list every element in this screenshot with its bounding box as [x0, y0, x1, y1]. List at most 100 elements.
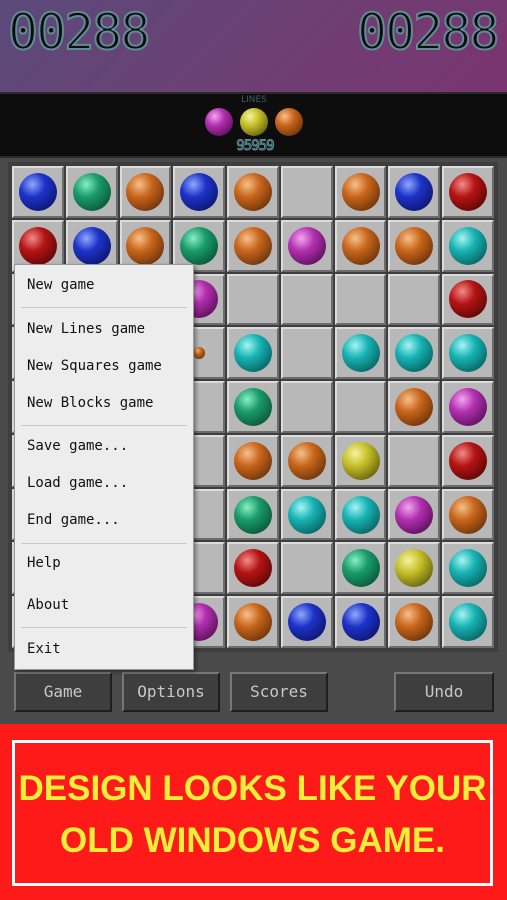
menu-item-help[interactable]: Help	[27, 555, 61, 571]
ball-blue[interactable]	[18, 172, 57, 211]
ball-orange[interactable]	[233, 226, 272, 265]
ball-red[interactable]	[233, 549, 272, 588]
ball-orange[interactable]	[449, 495, 488, 534]
board-cell[interactable]	[442, 488, 494, 541]
board-cell[interactable]	[280, 434, 333, 487]
ball-green[interactable]	[341, 549, 380, 588]
board-cell[interactable]	[442, 219, 494, 272]
board-cell[interactable]	[442, 434, 494, 487]
ball-teal[interactable]	[341, 334, 380, 373]
board-cell[interactable]	[227, 166, 279, 218]
board-cell[interactable]	[388, 166, 441, 218]
board-cell[interactable]	[227, 381, 279, 433]
ball-orange[interactable]	[341, 172, 380, 211]
board-cell[interactable]	[442, 381, 494, 433]
ball-teal[interactable]	[449, 603, 488, 642]
board-cell[interactable]	[65, 166, 118, 218]
ball-teal[interactable]	[341, 495, 380, 534]
board-cell[interactable]	[388, 542, 441, 595]
ball-yellow[interactable]	[341, 441, 380, 480]
ball-teal[interactable]	[395, 334, 434, 373]
ball-orange[interactable]	[233, 603, 272, 642]
board-cell[interactable]	[334, 434, 387, 487]
menu-item-new-blocks-game[interactable]: New Blocks game	[27, 395, 153, 411]
ball-purple[interactable]	[287, 226, 326, 265]
menu-item-new-game[interactable]: New game	[27, 277, 94, 293]
board-cell[interactable]	[388, 219, 441, 272]
board-cell[interactable]	[227, 327, 279, 380]
board-cell[interactable]	[280, 381, 333, 433]
board-cell[interactable]	[227, 542, 279, 595]
ball-teal[interactable]	[449, 549, 488, 588]
menu-item-new-squares-game[interactable]: New Squares game	[27, 358, 162, 374]
ball-green[interactable]	[233, 387, 272, 426]
board-cell[interactable]	[334, 542, 387, 595]
board-cell[interactable]	[388, 327, 441, 380]
menu-item-new-lines-game[interactable]: New Lines game	[27, 321, 145, 337]
ball-orange[interactable]	[233, 441, 272, 480]
ball-blue[interactable]	[180, 172, 219, 211]
ball-green[interactable]	[72, 172, 111, 211]
ball-teal[interactable]	[287, 495, 326, 534]
board-cell[interactable]	[442, 596, 494, 648]
board-cell[interactable]	[388, 434, 441, 487]
board-cell[interactable]	[334, 166, 387, 218]
ball-orange[interactable]	[126, 226, 165, 265]
board-cell[interactable]	[388, 596, 441, 648]
board-cell[interactable]	[388, 488, 441, 541]
ball-orange[interactable]	[341, 226, 380, 265]
board-cell[interactable]	[388, 381, 441, 433]
ball-orange[interactable]	[395, 603, 434, 642]
ball-red[interactable]	[449, 441, 488, 480]
board-cell[interactable]	[334, 381, 387, 433]
board-cell[interactable]	[280, 596, 333, 648]
ball-orange[interactable]	[395, 387, 434, 426]
board-cell[interactable]	[227, 596, 279, 648]
board-cell[interactable]	[119, 166, 172, 218]
board-cell[interactable]	[280, 166, 333, 218]
ball-teal[interactable]	[449, 334, 488, 373]
ball-red[interactable]	[449, 172, 488, 211]
ball-orange[interactable]	[287, 441, 326, 480]
ball-teal[interactable]	[233, 334, 272, 373]
ball-purple[interactable]	[449, 387, 488, 426]
board-cell[interactable]	[280, 273, 333, 326]
ball-red[interactable]	[18, 226, 57, 265]
ball-red[interactable]	[449, 280, 488, 319]
ball-green[interactable]	[233, 495, 272, 534]
menu-item-load-game[interactable]: Load game...	[27, 475, 128, 491]
menu-item-end-game[interactable]: End game...	[27, 512, 120, 528]
board-cell[interactable]	[334, 273, 387, 326]
board-cell[interactable]	[280, 219, 333, 272]
board-cell[interactable]	[280, 327, 333, 380]
scores-button[interactable]: Scores	[230, 672, 328, 712]
ball-blue[interactable]	[72, 226, 111, 265]
menu-item-exit[interactable]: Exit	[27, 641, 61, 657]
board-cell[interactable]	[442, 273, 494, 326]
ball-teal[interactable]	[449, 226, 488, 265]
board-cell[interactable]	[334, 219, 387, 272]
ball-orange[interactable]	[193, 347, 206, 360]
ball-orange[interactable]	[126, 172, 165, 211]
board-cell[interactable]	[442, 166, 494, 218]
board-cell[interactable]	[388, 273, 441, 326]
ball-orange[interactable]	[395, 226, 434, 265]
menu-item-save-game[interactable]: Save game...	[27, 438, 128, 454]
board-cell[interactable]	[280, 542, 333, 595]
ball-orange[interactable]	[233, 172, 272, 211]
board-cell[interactable]	[227, 273, 279, 326]
board-cell[interactable]	[12, 166, 64, 218]
ball-blue[interactable]	[341, 603, 380, 642]
board-cell[interactable]	[227, 488, 279, 541]
ball-green[interactable]	[180, 226, 219, 265]
ball-blue[interactable]	[395, 172, 434, 211]
board-cell[interactable]	[173, 166, 226, 218]
board-cell[interactable]	[227, 434, 279, 487]
ball-yellow[interactable]	[395, 549, 434, 588]
ball-purple[interactable]	[395, 495, 434, 534]
undo-button[interactable]: Undo	[394, 672, 494, 712]
board-cell[interactable]	[280, 488, 333, 541]
menu-item-about[interactable]: About	[27, 597, 69, 613]
ball-blue[interactable]	[287, 603, 326, 642]
board-cell[interactable]	[334, 488, 387, 541]
